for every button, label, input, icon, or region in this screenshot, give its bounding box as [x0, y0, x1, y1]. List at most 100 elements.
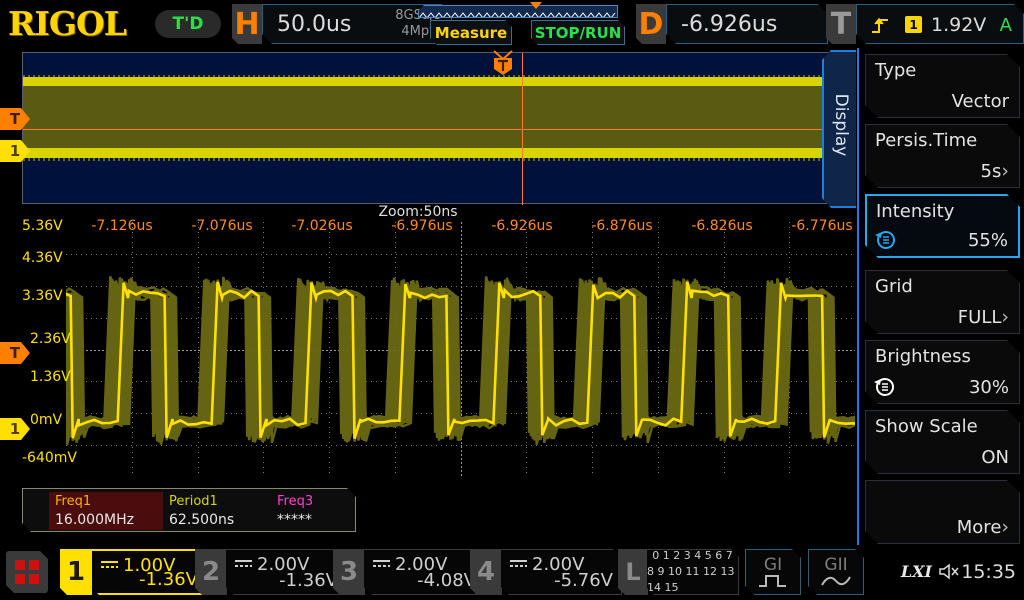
menu-item-more[interactable]: More› — [865, 480, 1020, 544]
menu-item-grid[interactable]: Grid FULL› — [865, 270, 1020, 334]
channel-button-1[interactable]: 1 1.00V -1.36V — [60, 549, 208, 595]
channel-info-box-2: 2.00V -1.36V — [225, 549, 347, 595]
display-menu-tab[interactable]: Display — [822, 50, 856, 208]
app-grid-icon[interactable] — [6, 551, 48, 593]
rising-edge-icon — [871, 16, 891, 34]
measurement-value: 16.000MHz — [55, 512, 134, 528]
main-trace-fill — [23, 86, 833, 148]
time-scale-label: -7.026us — [291, 218, 353, 234]
time-scale-label: -7.076us — [191, 218, 253, 234]
measure-button[interactable]: Measure — [430, 20, 512, 45]
channel1-waveform-trace — [66, 276, 855, 446]
stop-run-button[interactable]: STOP/RUN — [531, 20, 625, 45]
channel-info-box-3: 2.00V -4.08V — [363, 549, 485, 595]
oscilloscope-screen: RIGOL T'D H 50.0us 8GSa/s 4Mpts Measure … — [0, 0, 1024, 600]
menu-item-label: Intensity — [876, 201, 955, 222]
rotary-knob-icon — [873, 376, 895, 397]
chevron-right-icon: › — [1001, 306, 1009, 328]
menu-item-label: Type — [875, 60, 917, 81]
voltage-scale-label: 5.36V — [22, 218, 63, 234]
main-trace-lower — [23, 148, 833, 158]
speaker-muted-icon[interactable] — [938, 563, 962, 580]
dc-coupling-icon — [101, 560, 118, 570]
trigger-position-line[interactable] — [522, 53, 523, 205]
delay-letter-icon: D — [636, 4, 666, 44]
measurement-results-box[interactable]: Freq1 16.000MHz Period1 62.500ns Freq3 ***** — [22, 488, 356, 532]
channel-offset-3: -4.08V — [417, 570, 476, 591]
voltage-scale-label: 0mV — [30, 412, 63, 428]
time-scale-label: -7.126us — [91, 218, 153, 234]
display-tab-label: Display — [831, 93, 851, 157]
trigger-field[interactable]: 1 1.92V A — [856, 4, 1024, 44]
square-wave-icon — [758, 574, 788, 588]
channel-button-2[interactable]: 2 2.00V -1.36V — [195, 549, 347, 595]
time-scale-label: -6.826us — [691, 218, 753, 234]
channel-button-4[interactable]: 4 2.00V -5.76V — [470, 549, 622, 595]
time-scale-label: -6.926us — [491, 218, 553, 234]
main-waveform-view[interactable] — [22, 52, 834, 205]
lxi-logo: LXI — [900, 562, 932, 581]
system-clock: 15:35 — [961, 561, 1016, 583]
voltage-scale-label: 3.36V — [22, 288, 63, 304]
channel-button-3[interactable]: 3 2.00V -4.08V — [333, 549, 485, 595]
measurement-value: 62.500ns — [169, 512, 235, 528]
menu-item-value: ON — [981, 447, 1009, 468]
measurement-item[interactable]: Freq1 16.000MHz — [49, 492, 163, 530]
delay-field[interactable]: -6.926us — [666, 4, 828, 44]
trigger-status-badge: T'D — [155, 10, 221, 38]
memory-bar-track[interactable] — [418, 5, 618, 18]
chevron-right-icon: › — [1001, 516, 1009, 538]
menu-item-type[interactable]: Type Vector — [865, 54, 1020, 118]
channel-offset-1: -1.36V — [139, 569, 198, 590]
trigger-level-line[interactable] — [23, 129, 833, 130]
measurement-name: Freq3 — [277, 494, 314, 509]
generator-1-label: GI — [763, 554, 783, 575]
generator-1-button[interactable]: GI — [745, 549, 801, 595]
menu-item-label: Show Scale — [875, 416, 978, 437]
menu-item-value: 30% — [968, 377, 1009, 398]
measurement-name: Freq1 — [55, 494, 92, 509]
voltage-scale-label: 4.36V — [22, 250, 63, 266]
display-settings-menu: Type Vector Persis.Time 5s› Intensity 55% Grid… — [857, 48, 1024, 545]
menu-item-value: 5s› — [980, 160, 1009, 182]
menu-item-value: 55% — [967, 230, 1008, 251]
timebase-value: 50.0us — [277, 12, 352, 37]
channel-offset-4: -5.76V — [554, 570, 613, 591]
menu-item-show-scale[interactable]: Show Scale ON — [865, 410, 1020, 474]
time-scale-label: -6.976us — [391, 218, 453, 234]
main-noise-bottom — [23, 158, 833, 161]
trigger-source-chip: 1 — [905, 16, 922, 33]
menu-item-persis-time[interactable]: Persis.Time 5s› — [865, 124, 1020, 188]
dc-coupling-icon — [510, 559, 527, 569]
trigger-position-marker-icon[interactable] — [492, 50, 514, 76]
trigger-letter-icon: T — [826, 4, 856, 44]
channel1-ground-marker-zoom[interactable]: 1 — [0, 418, 30, 440]
menu-item-brightness[interactable]: Brightness 30% — [865, 340, 1020, 404]
memory-position-bar[interactable] — [418, 2, 618, 18]
trigger-level-marker-zoom[interactable]: T — [0, 342, 30, 364]
logic-row-1: 0 1 2 3 4 5 6 7 — [652, 549, 733, 563]
memory-position-marker-icon[interactable] — [530, 2, 542, 9]
channel-number-4: 4 — [470, 549, 502, 595]
main-trace-upper — [23, 77, 833, 86]
measurement-item[interactable]: Freq3 ***** — [271, 492, 355, 530]
channel-number-3: 3 — [333, 549, 365, 595]
channel-info-box-1: 1.00V -1.36V — [90, 549, 208, 595]
channel-number-1: 1 — [60, 549, 92, 595]
measurement-value: ***** — [277, 512, 312, 528]
generator-2-button[interactable]: GII — [808, 549, 864, 595]
zoom-waveform-view[interactable] — [66, 222, 855, 477]
menu-item-value: More› — [956, 516, 1009, 538]
top-status-bar: RIGOL T'D H 50.0us 8GSa/s 4Mpts Measure … — [0, 0, 1024, 48]
menu-item-label: Persis.Time — [875, 130, 978, 151]
logic-channels-box[interactable]: 0 1 2 3 4 5 6 7 8 9 10 11 12 13 14 15 — [646, 549, 739, 595]
menu-item-value: FULL› — [957, 306, 1009, 328]
time-scale-label: -6.776us — [791, 218, 853, 234]
chevron-right-icon: › — [1001, 160, 1009, 182]
dc-coupling-icon — [373, 559, 390, 569]
menu-item-intensity[interactable]: Intensity 55% — [865, 194, 1020, 258]
generator-2-label: GII — [824, 554, 848, 575]
rotary-knob-icon — [874, 229, 896, 250]
measurement-item[interactable]: Period1 62.500ns — [163, 492, 271, 530]
voltage-scale-label: 1.36V — [30, 369, 71, 385]
